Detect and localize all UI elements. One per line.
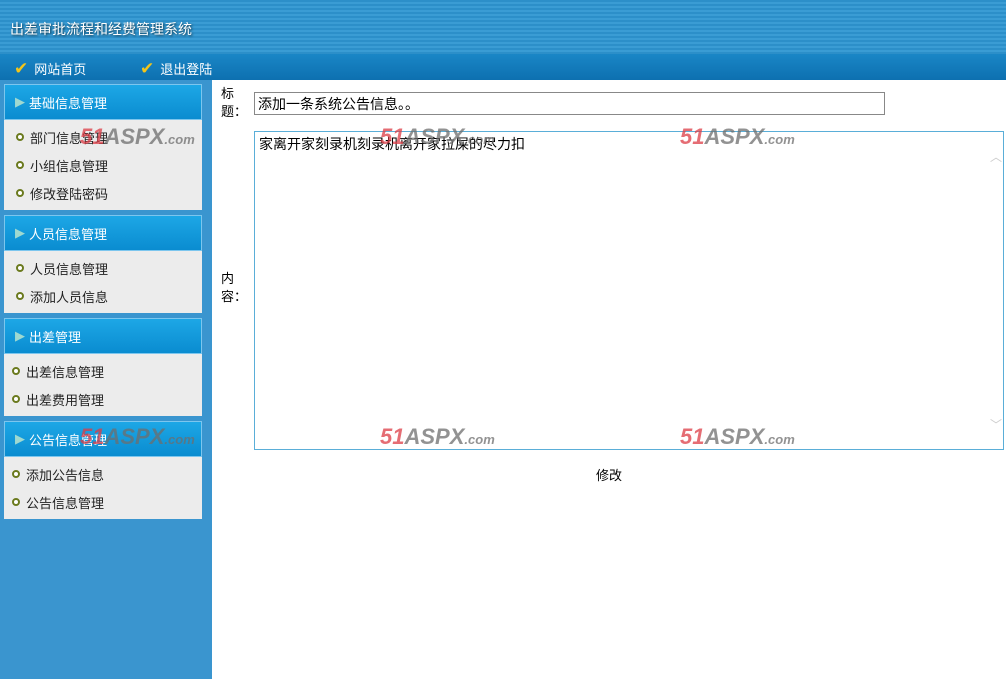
bullet-icon [12,470,20,478]
app-title: 出差审批流程和经费管理系统 [10,22,192,38]
sidebar-item-trip-info[interactable]: 出差信息管理 [4,357,202,385]
bullet-icon [16,133,24,141]
header: 出差审批流程和经费管理系统 [0,0,1006,54]
title-label: 标题： [221,87,248,120]
item-label: 小组信息管理 [30,159,109,175]
check-icon: ✔ [140,58,155,79]
item-label: 添加公告信息 [26,468,105,484]
item-label: 修改登陆密码 [30,187,109,203]
sidebar-group-basic[interactable]: ▶ 基础信息管理 [4,84,202,120]
bullet-icon [12,367,20,375]
nav-logout[interactable]: ✔ 退出登陆 [140,59,212,78]
nav-logout-label: 退出登陆 [160,63,213,78]
sidebar-item-staff-add[interactable]: 添加人员信息 [4,282,202,310]
item-label: 添加人员信息 [30,290,109,306]
group-title: 公告信息管理 [29,433,108,449]
content-textarea[interactable]: 家离开家刻录机刻录机离开家拉屎的尽力扣 [254,131,1004,450]
bullet-icon [12,498,20,506]
bullet-icon [16,264,24,272]
sidebar-item-notice-add[interactable]: 添加公告信息 [4,460,202,488]
sidebar-item-notice-manage[interactable]: 公告信息管理 [4,488,202,516]
group-title: 基础信息管理 [29,96,108,112]
sidebar: ▶ 基础信息管理 部门信息管理 小组信息管理 修改登陆密码 ▶ 人员信息管理 人员信… [0,80,212,679]
item-label: 出差信息管理 [26,365,105,381]
bullet-icon [16,292,24,300]
top-nav: ✔ 网站首页 ✔ 退出登陆 [0,54,1006,80]
arrow-icon: ▶ [15,94,25,110]
arrow-icon: ▶ [15,431,25,447]
scroll-down-icon[interactable]: ﹀ [990,416,1002,433]
item-label: 部门信息管理 [30,131,109,147]
sidebar-item-password[interactable]: 修改登陆密码 [4,179,202,207]
title-input[interactable] [254,92,885,115]
arrow-icon: ▶ [15,225,25,241]
sidebar-item-staff-manage[interactable]: 人员信息管理 [4,254,202,282]
bullet-icon [16,189,24,197]
nav-home-label: 网站首页 [34,63,87,78]
item-label: 公告信息管理 [26,496,105,512]
sidebar-group-notice[interactable]: ▶ 公告信息管理 [4,421,202,457]
sidebar-group-trip[interactable]: ▶ 出差管理 [4,318,202,354]
scroll-up-icon[interactable]: ︿ [990,148,1002,165]
sidebar-item-trip-cost[interactable]: 出差费用管理 [4,385,202,413]
main-form: 标题： 内容： 家离开家刻录机刻录机离开家拉屎的尽力扣 ︿ ﹀ 修改 [212,80,1006,679]
sidebar-group-staff[interactable]: ▶ 人员信息管理 [4,215,202,251]
nav-home[interactable]: ✔ 网站首页 [14,59,86,78]
item-label: 人员信息管理 [30,262,109,278]
group-title: 人员信息管理 [29,227,108,243]
sidebar-item-group[interactable]: 小组信息管理 [4,151,202,179]
group-title: 出差管理 [29,330,82,346]
arrow-icon: ▶ [15,328,25,344]
bullet-icon [16,161,24,169]
item-label: 出差费用管理 [26,393,105,409]
sidebar-item-department[interactable]: 部门信息管理 [4,123,202,151]
check-icon: ✔ [14,58,29,79]
content-label: 内容： [221,272,248,305]
modify-button[interactable]: 修改 [596,465,622,484]
bullet-icon [12,395,20,403]
